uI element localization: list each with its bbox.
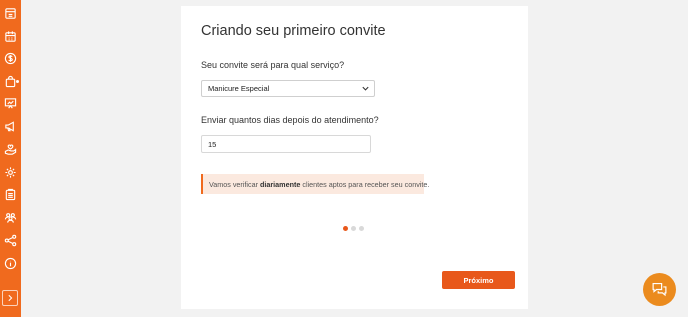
step-dot-3 bbox=[359, 226, 364, 231]
megaphone-icon[interactable] bbox=[3, 119, 17, 133]
days-input-value: 15 bbox=[208, 139, 217, 149]
share-icon[interactable] bbox=[3, 233, 17, 247]
invite-wizard-card: Criando seu primeiro convite Seu convite… bbox=[181, 6, 528, 309]
chat-button[interactable] bbox=[643, 273, 676, 306]
store-icon[interactable] bbox=[3, 6, 17, 20]
days-question-label: Enviar quantos dias depois do atendiment… bbox=[201, 115, 379, 125]
chat-bubbles-icon bbox=[652, 282, 667, 297]
step-dot-1 bbox=[343, 226, 348, 231]
presentation-chart-icon[interactable] bbox=[3, 96, 17, 110]
next-button[interactable]: Próximo bbox=[442, 271, 515, 289]
service-question-label: Seu convite será para qual serviço? bbox=[201, 60, 345, 70]
hand-heart-icon[interactable] bbox=[3, 142, 17, 156]
chevron-down-icon bbox=[362, 86, 369, 91]
users-icon[interactable] bbox=[3, 210, 17, 224]
step-dot-2 bbox=[351, 226, 356, 231]
info-icon[interactable] bbox=[3, 256, 17, 270]
chevron-right-icon bbox=[8, 294, 13, 302]
dollar-icon[interactable] bbox=[3, 51, 17, 65]
alert-prefix: Vamos verificar bbox=[209, 179, 258, 189]
alert-suffix: clientes aptos para receber seu convite. bbox=[302, 179, 430, 189]
service-select-value: Manicure Especial bbox=[208, 84, 270, 93]
active-indicator-dot bbox=[16, 80, 19, 83]
days-input[interactable]: 15 bbox=[201, 135, 371, 153]
alert-bold: diariamente bbox=[260, 179, 301, 189]
sidebar bbox=[0, 0, 21, 317]
step-indicator bbox=[343, 226, 364, 231]
info-alert: Vamos verificar diariamente clientes apt… bbox=[201, 174, 429, 194]
service-select[interactable]: Manicure Especial bbox=[201, 80, 375, 97]
gear-icon[interactable] bbox=[3, 165, 17, 179]
shopping-bag-icon[interactable] bbox=[3, 74, 17, 88]
page-title: Criando seu primeiro convite bbox=[201, 23, 386, 39]
sidebar-expand-button[interactable] bbox=[2, 290, 18, 306]
clipboard-icon[interactable] bbox=[3, 187, 17, 201]
calendar-icon[interactable] bbox=[3, 29, 17, 43]
